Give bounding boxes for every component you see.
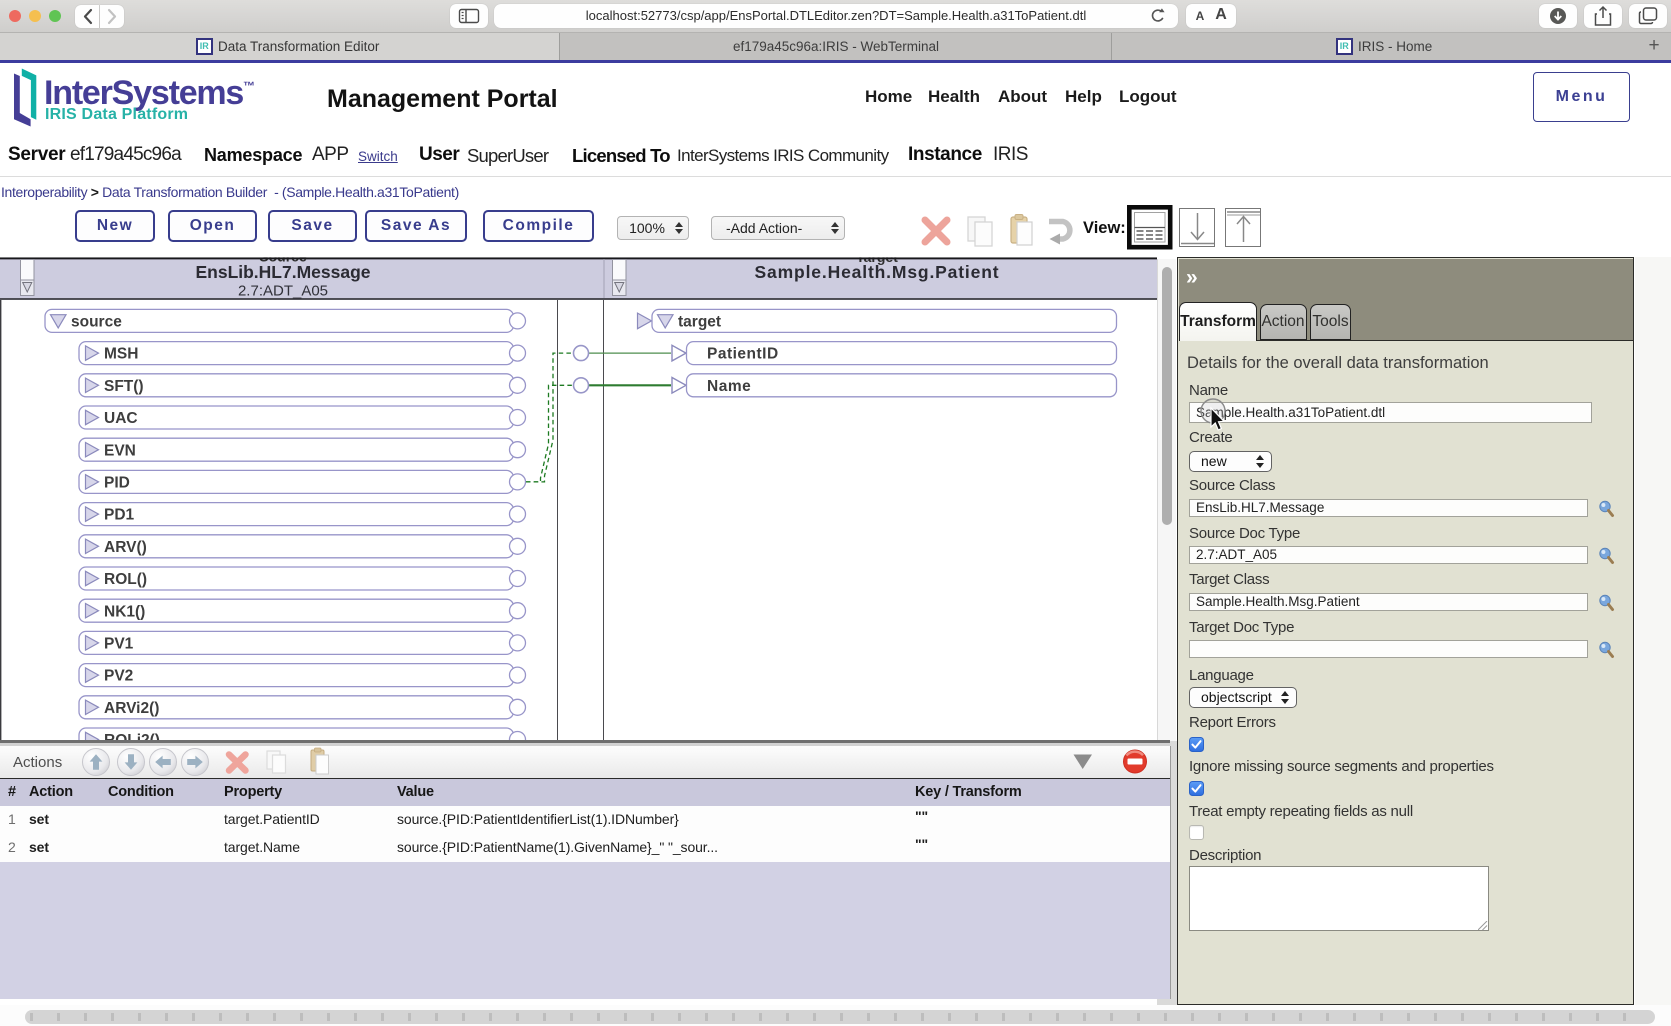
svg-text:target: target [678,314,721,331]
svg-text:ROL(): ROL() [104,571,147,588]
svg-text:MSH: MSH [104,346,138,363]
svg-text:Sample.Health.Msg.Patient: Sample.Health.Msg.Patient [755,262,1000,282]
svg-text:PatientID: PatientID [707,346,779,363]
svg-text:ARVi2(): ARVi2() [104,700,159,717]
svg-text:ARV(): ARV() [104,539,147,556]
svg-text:EnsLib.HL7.Message: EnsLib.HL7.Message [195,262,370,282]
svg-text:PV2: PV2 [104,668,133,685]
svg-text:PID: PID [104,475,130,492]
svg-text:2.7:ADT_A05: 2.7:ADT_A05 [238,283,328,300]
svg-text:Name: Name [707,378,751,395]
svg-text:UAC: UAC [104,410,138,427]
svg-text:EVN: EVN [104,442,136,459]
svg-text:NK1(): NK1() [104,603,145,620]
svg-text:PD1: PD1 [104,507,135,524]
svg-text:PV1: PV1 [104,636,134,653]
svg-text:SFT(): SFT() [104,378,144,395]
svg-text:source: source [71,314,122,331]
